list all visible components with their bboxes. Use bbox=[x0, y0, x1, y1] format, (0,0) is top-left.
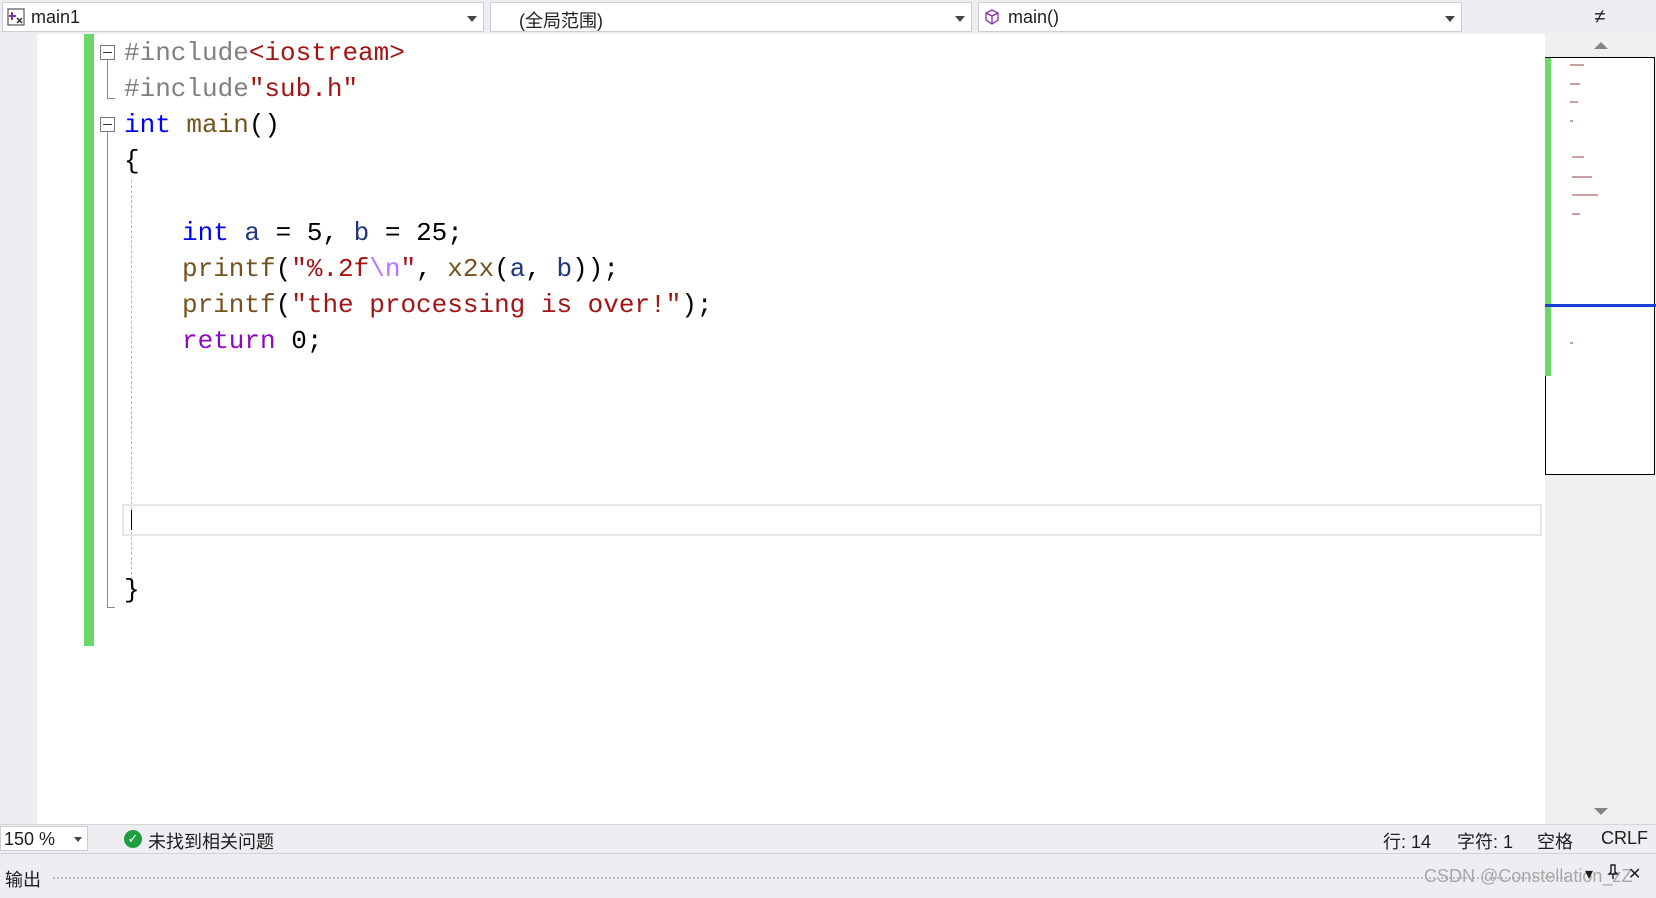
collapse-main-icon[interactable] bbox=[100, 117, 115, 132]
include-header: <iostream> bbox=[248, 38, 405, 68]
expression: 0; bbox=[275, 326, 323, 356]
code-line-2: #include"sub.h" bbox=[124, 71, 358, 107]
close-brace: } bbox=[124, 575, 140, 605]
minimap-code-mark bbox=[1572, 156, 1584, 158]
punctuation: ( bbox=[275, 254, 292, 284]
outline-line bbox=[107, 132, 108, 607]
code-line-9: return 0; bbox=[182, 323, 322, 359]
issues-status[interactable]: 未找到相关问题 bbox=[148, 828, 274, 854]
line-ending-indicator[interactable]: CRLF bbox=[1601, 828, 1648, 849]
outline-end bbox=[107, 98, 115, 99]
project-label: main1 bbox=[31, 7, 81, 27]
minimap-caret-position bbox=[1545, 304, 1656, 307]
code-line-1: #include<iostream> bbox=[124, 35, 405, 71]
minimap-code-mark bbox=[1572, 194, 1598, 196]
zoom-value: 150 % bbox=[4, 829, 56, 849]
open-brace: { bbox=[124, 146, 140, 176]
code-line-4: { bbox=[124, 143, 140, 179]
chevron-down-icon bbox=[74, 837, 82, 842]
variable: a bbox=[509, 254, 526, 284]
punctuation: ( bbox=[275, 290, 292, 320]
code-text: #include<iostream> #include"sub.h" int m… bbox=[0, 0, 713, 605]
minimap-code-mark bbox=[1572, 213, 1580, 215]
punctuation: ( bbox=[494, 254, 510, 284]
code-line-3: int main() bbox=[124, 107, 280, 143]
function-name: printf bbox=[182, 290, 276, 320]
minimap-code-mark bbox=[1570, 101, 1578, 103]
code-line-6: int a = 5, b = 25; bbox=[182, 215, 463, 251]
output-panel-header: 输出 CSDN @Constellation_zZ ▾ ✕ bbox=[0, 854, 1656, 898]
chevron-down-icon bbox=[1445, 16, 1455, 22]
check-circle-icon[interactable]: ✓ bbox=[124, 830, 142, 848]
function-name: main bbox=[170, 110, 249, 140]
code-line-close: } bbox=[124, 572, 140, 608]
outline-line bbox=[107, 60, 108, 98]
punctuation: ); bbox=[681, 290, 713, 320]
variable: b bbox=[353, 218, 370, 248]
collapse-include-icon[interactable] bbox=[100, 45, 115, 60]
output-title[interactable]: 输出 bbox=[5, 866, 41, 892]
string-literal: "the processing is over!" bbox=[291, 290, 682, 320]
preprocessor-directive: #include bbox=[124, 74, 249, 104]
close-icon[interactable]: ✕ bbox=[1628, 864, 1641, 884]
minimap-code-mark bbox=[1570, 120, 1573, 122]
function-name: printf bbox=[182, 254, 276, 284]
variable: b bbox=[556, 254, 573, 284]
function-cube-icon bbox=[984, 9, 1000, 25]
preprocessor-directive: #include bbox=[124, 38, 249, 68]
project-dropdown[interactable]: main1 bbox=[2, 2, 484, 32]
zoom-dropdown[interactable]: 150 % bbox=[0, 826, 88, 851]
punctuation: () bbox=[248, 110, 281, 140]
punctuation: )); bbox=[572, 254, 619, 284]
variable: a bbox=[228, 218, 261, 248]
whitespace-indicator[interactable]: 空格 bbox=[1537, 828, 1573, 854]
dropdown-icon[interactable]: ▾ bbox=[1585, 864, 1593, 884]
escape-sequence: \n bbox=[369, 254, 401, 284]
punctuation: , bbox=[525, 254, 557, 284]
pin-icon[interactable] bbox=[1607, 864, 1619, 885]
line-indicator[interactable]: 行: 14 bbox=[1383, 828, 1431, 854]
string-literal: "%.2f bbox=[291, 254, 370, 284]
panel-grip[interactable] bbox=[52, 876, 1567, 881]
punctuation: , bbox=[416, 254, 448, 284]
editor-status-bar: 150 % ✓ 未找到相关问题 行: 14 字符: 1 空格 CRLF bbox=[0, 824, 1656, 854]
navigation-bar: main1 (全局范围) main() ≠ bbox=[0, 0, 1656, 35]
scope-label: (全局范围) bbox=[519, 11, 603, 31]
include-header: "sub.h" bbox=[248, 74, 359, 104]
char-indicator[interactable]: 字符: 1 bbox=[1457, 828, 1513, 854]
minimap-code-mark bbox=[1570, 64, 1584, 66]
scroll-down-icon[interactable] bbox=[1594, 808, 1608, 815]
scroll-up-icon[interactable] bbox=[1594, 42, 1608, 49]
chevron-down-icon bbox=[955, 16, 965, 22]
string-literal: " bbox=[400, 254, 417, 284]
current-line-highlight bbox=[122, 504, 1542, 536]
change-tracking-bar bbox=[84, 34, 94, 646]
member-label: main() bbox=[1008, 7, 1060, 27]
split-window-icon: ≠ bbox=[1594, 6, 1606, 28]
text-caret bbox=[131, 510, 132, 530]
minimap-code-mark bbox=[1570, 83, 1580, 85]
minimap-code-mark bbox=[1570, 342, 1573, 344]
watermark: CSDN @Constellation_zZ bbox=[1424, 866, 1633, 886]
keyword: int bbox=[182, 218, 229, 248]
control-keyword: return bbox=[182, 326, 276, 356]
keyword: int bbox=[124, 110, 171, 140]
minimap-code-mark bbox=[1572, 176, 1592, 178]
scrollbar-map[interactable] bbox=[1545, 57, 1655, 475]
function-name: x2x bbox=[447, 254, 495, 284]
member-dropdown[interactable]: main() bbox=[978, 2, 1462, 32]
expression: = 25; bbox=[369, 218, 463, 248]
code-line-7: printf("%.2f\n", x2x(a, b)); bbox=[182, 251, 619, 287]
outline-end bbox=[107, 607, 115, 608]
code-line-8: printf("the processing is over!"); bbox=[182, 287, 713, 323]
chevron-down-icon bbox=[467, 16, 477, 22]
expression: = 5, bbox=[260, 218, 354, 248]
minimap-change-marker bbox=[1545, 58, 1551, 376]
code-editor[interactable] bbox=[0, 34, 1545, 824]
split-window-button[interactable]: ≠ bbox=[1560, 6, 1640, 30]
scope-dropdown[interactable]: (全局范围) bbox=[490, 2, 972, 32]
